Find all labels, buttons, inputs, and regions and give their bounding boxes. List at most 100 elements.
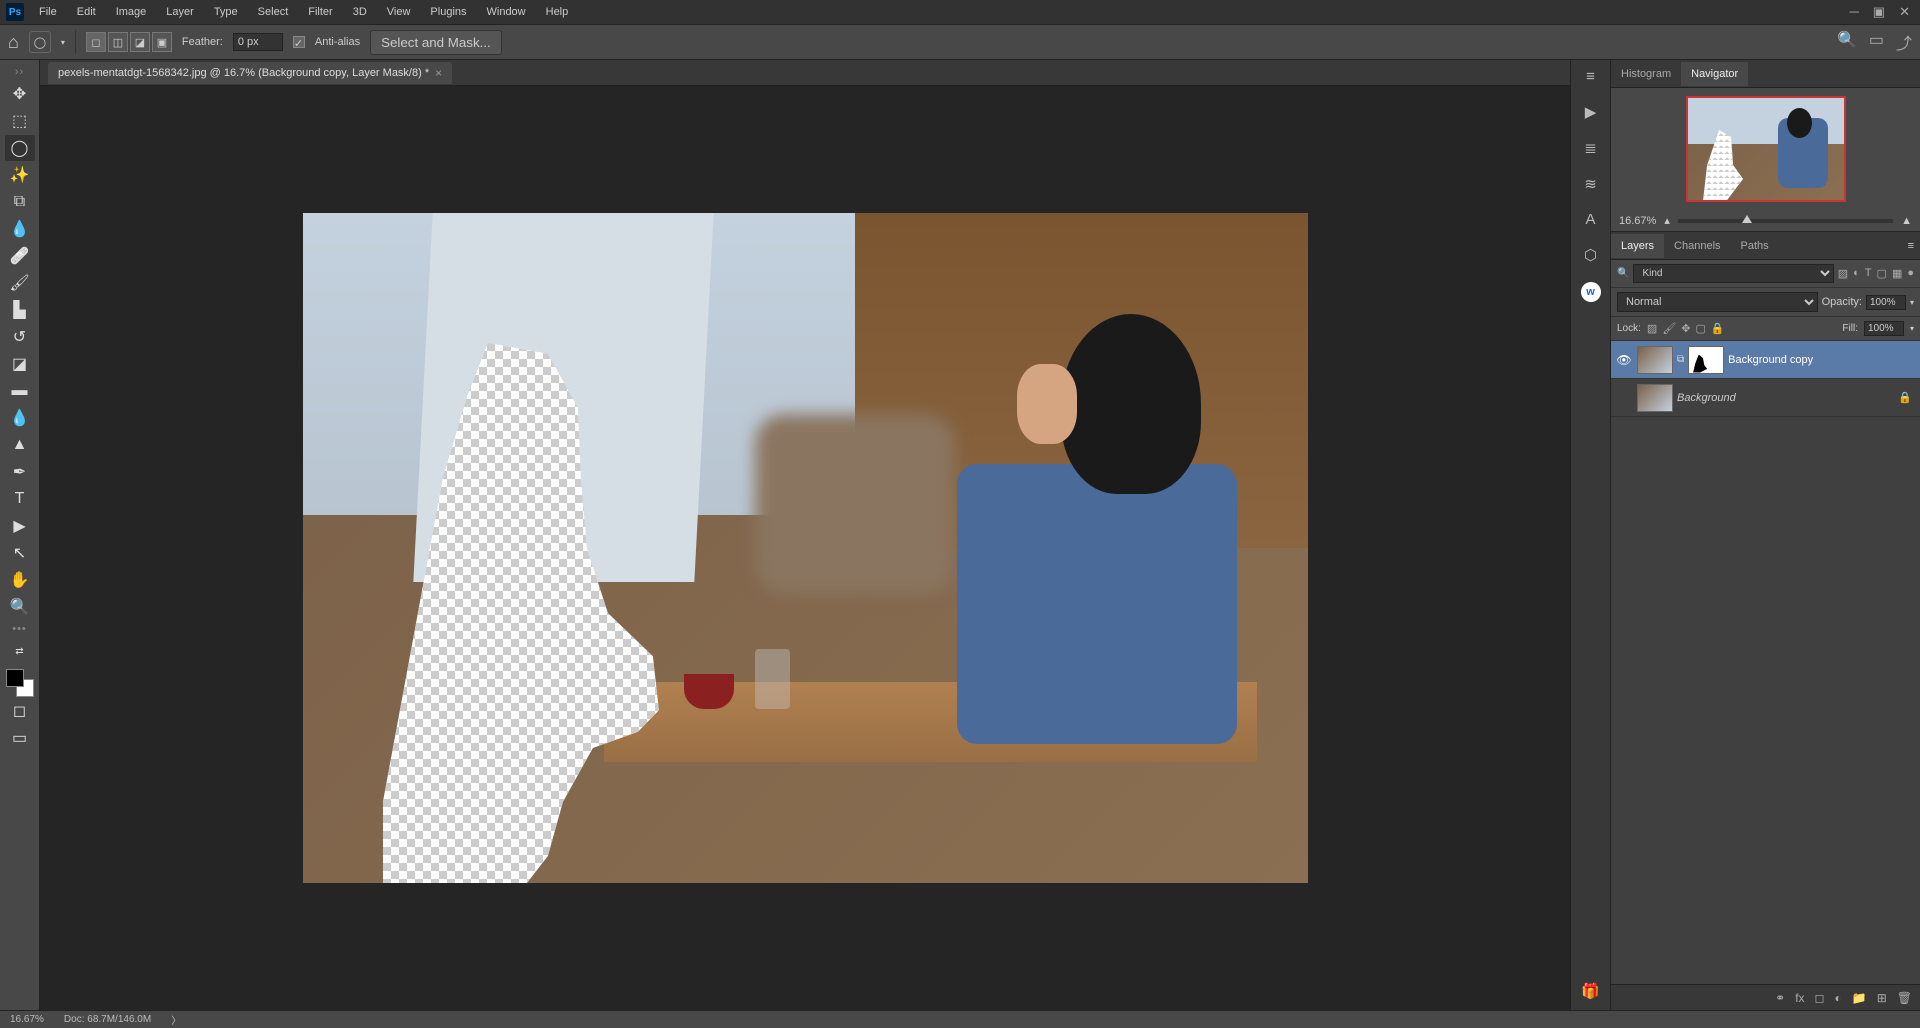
- tab-paths[interactable]: Paths: [1731, 234, 1779, 258]
- lasso-tool-icon[interactable]: ◯: [5, 135, 35, 161]
- link-layers-icon[interactable]: ⚭: [1775, 991, 1785, 1005]
- layer-thumbnail[interactable]: [1637, 346, 1673, 374]
- menu-help[interactable]: Help: [537, 2, 578, 22]
- search-icon[interactable]: 🔍: [1837, 30, 1857, 54]
- add-mask-icon[interactable]: ◻: [1815, 991, 1825, 1005]
- gift-icon[interactable]: 🎁: [1581, 982, 1600, 1000]
- menu-image[interactable]: Image: [107, 2, 156, 22]
- tab-channels[interactable]: Channels: [1664, 234, 1730, 258]
- mask-link-icon[interactable]: ⧉: [1677, 354, 1684, 365]
- maximize-icon[interactable]: ▣: [1873, 4, 1885, 20]
- marquee-tool-icon[interactable]: ⬚: [5, 108, 35, 134]
- lock-position-icon[interactable]: ✥: [1681, 322, 1690, 335]
- menu-filter[interactable]: Filter: [299, 2, 341, 22]
- layer-name-label[interactable]: Background: [1677, 392, 1736, 404]
- toolbar-grip-icon[interactable]: ››: [15, 66, 24, 78]
- panel-menu-icon[interactable]: ≡: [1908, 240, 1920, 252]
- lock-transparency-icon[interactable]: ▨: [1647, 322, 1657, 335]
- menu-plugins[interactable]: Plugins: [421, 2, 475, 22]
- magic-wand-tool-icon[interactable]: ✨: [5, 162, 35, 188]
- type-tool-icon[interactable]: T: [5, 486, 35, 512]
- filter-type-icon[interactable]: T: [1865, 267, 1872, 280]
- selection-new-icon[interactable]: ◻: [86, 32, 106, 52]
- canvas[interactable]: [303, 213, 1308, 883]
- eyedropper-tool-icon[interactable]: 💧: [5, 216, 35, 242]
- status-zoom[interactable]: 16.67%: [10, 1014, 44, 1025]
- menu-3d[interactable]: 3D: [344, 2, 376, 22]
- select-and-mask-button[interactable]: Select and Mask...: [370, 30, 502, 55]
- status-chevron-icon[interactable]: 〉: [171, 1012, 181, 1027]
- toolbar-more-icon[interactable]: •••: [12, 623, 27, 635]
- blur-tool-icon[interactable]: 💧: [5, 405, 35, 431]
- chevron-down-icon[interactable]: ▾: [61, 38, 65, 47]
- zoom-in-icon[interactable]: ▲: [1901, 215, 1912, 227]
- layer-row[interactable]: Background 🔒: [1611, 379, 1920, 417]
- visibility-icon[interactable]: 👁: [1615, 353, 1633, 367]
- new-layer-icon[interactable]: ⊞: [1877, 991, 1887, 1005]
- path-selection-tool-icon[interactable]: ▶: [5, 513, 35, 539]
- layer-thumbnail[interactable]: [1637, 384, 1673, 412]
- quick-mask-icon[interactable]: ◻: [5, 698, 35, 724]
- filter-adjustment-icon[interactable]: ◐: [1853, 267, 1860, 280]
- direct-selection-tool-icon[interactable]: ↖: [5, 540, 35, 566]
- lock-pixels-icon[interactable]: 🖌: [1662, 322, 1676, 335]
- home-icon[interactable]: ⌂: [8, 32, 19, 53]
- screen-mode-icon[interactable]: ▭: [5, 725, 35, 751]
- move-tool-icon[interactable]: ✥: [5, 81, 35, 107]
- filter-smart-icon[interactable]: ▦: [1892, 267, 1902, 280]
- selection-add-icon[interactable]: ◫: [108, 32, 128, 52]
- filter-shape-icon[interactable]: ▢: [1877, 267, 1887, 280]
- adjustments-icon[interactable]: ≣: [1584, 139, 1597, 157]
- selection-intersect-icon[interactable]: ▣: [152, 32, 172, 52]
- delete-icon[interactable]: 🗑: [1897, 991, 1912, 1005]
- menu-select[interactable]: Select: [249, 2, 298, 22]
- antialias-checkbox[interactable]: ✓: [293, 36, 305, 48]
- canvas-viewport[interactable]: [40, 86, 1570, 1010]
- tab-layers[interactable]: Layers: [1611, 234, 1664, 258]
- menu-layer[interactable]: Layer: [157, 2, 203, 22]
- menu-window[interactable]: Window: [478, 2, 535, 22]
- tab-close-icon[interactable]: ×: [435, 66, 442, 80]
- 3d-icon[interactable]: ⬡: [1584, 246, 1597, 264]
- minimize-icon[interactable]: ─: [1850, 4, 1859, 20]
- zoom-slider[interactable]: [1678, 219, 1893, 223]
- layer-kind-select[interactable]: Kind: [1633, 264, 1833, 283]
- menu-type[interactable]: Type: [205, 2, 247, 22]
- navigator-thumbnail[interactable]: [1686, 96, 1846, 202]
- zoom-tool-icon[interactable]: 🔍: [5, 594, 35, 620]
- foreground-color-swatch[interactable]: [6, 669, 24, 687]
- fill-input[interactable]: [1864, 321, 1904, 336]
- color-swatches[interactable]: [6, 669, 34, 697]
- clone-stamp-tool-icon[interactable]: ▙: [5, 297, 35, 323]
- filter-pixel-icon[interactable]: ▨: [1838, 267, 1848, 280]
- tab-histogram[interactable]: Histogram: [1611, 62, 1681, 86]
- zoom-out-icon[interactable]: ▴: [1664, 214, 1670, 227]
- filter-toggle-icon[interactable]: ●: [1907, 267, 1914, 280]
- properties-icon[interactable]: ≡: [1586, 68, 1595, 85]
- chevron-down-icon[interactable]: ▾: [1910, 298, 1914, 307]
- workspace-switcher-icon[interactable]: ▭: [1869, 30, 1884, 54]
- feather-input[interactable]: [233, 33, 283, 51]
- status-doc-size[interactable]: Doc: 68.7M/146.0M: [64, 1014, 151, 1025]
- lock-all-icon[interactable]: 🔒: [1711, 322, 1725, 335]
- character-icon[interactable]: A: [1585, 211, 1595, 228]
- tool-preset-picker[interactable]: ◯: [29, 31, 51, 53]
- layer-mask-thumbnail[interactable]: [1688, 346, 1724, 374]
- cloud-docs-icon[interactable]: w: [1581, 282, 1601, 302]
- crop-tool-icon[interactable]: ⧉: [5, 189, 35, 215]
- hand-tool-icon[interactable]: ✋: [5, 567, 35, 593]
- menu-edit[interactable]: Edit: [68, 2, 105, 22]
- menu-file[interactable]: File: [30, 2, 66, 22]
- healing-brush-tool-icon[interactable]: 🩹: [5, 243, 35, 269]
- document-tab[interactable]: pexels-mentatdgt-1568342.jpg @ 16.7% (Ba…: [48, 62, 452, 84]
- blend-mode-select[interactable]: Normal: [1617, 292, 1818, 312]
- brush-tool-icon[interactable]: 🖌: [5, 270, 35, 296]
- tab-navigator[interactable]: Navigator: [1681, 62, 1748, 86]
- layer-name-label[interactable]: Background copy: [1728, 354, 1813, 366]
- lock-icon[interactable]: 🔒: [1898, 391, 1916, 404]
- pen-tool-icon[interactable]: ✒: [5, 459, 35, 485]
- dodge-tool-icon[interactable]: ▲: [5, 432, 35, 458]
- adjustment-layer-icon[interactable]: ◐: [1835, 991, 1842, 1005]
- selection-subtract-icon[interactable]: ◪: [130, 32, 150, 52]
- lock-artboard-icon[interactable]: ▢: [1696, 322, 1706, 335]
